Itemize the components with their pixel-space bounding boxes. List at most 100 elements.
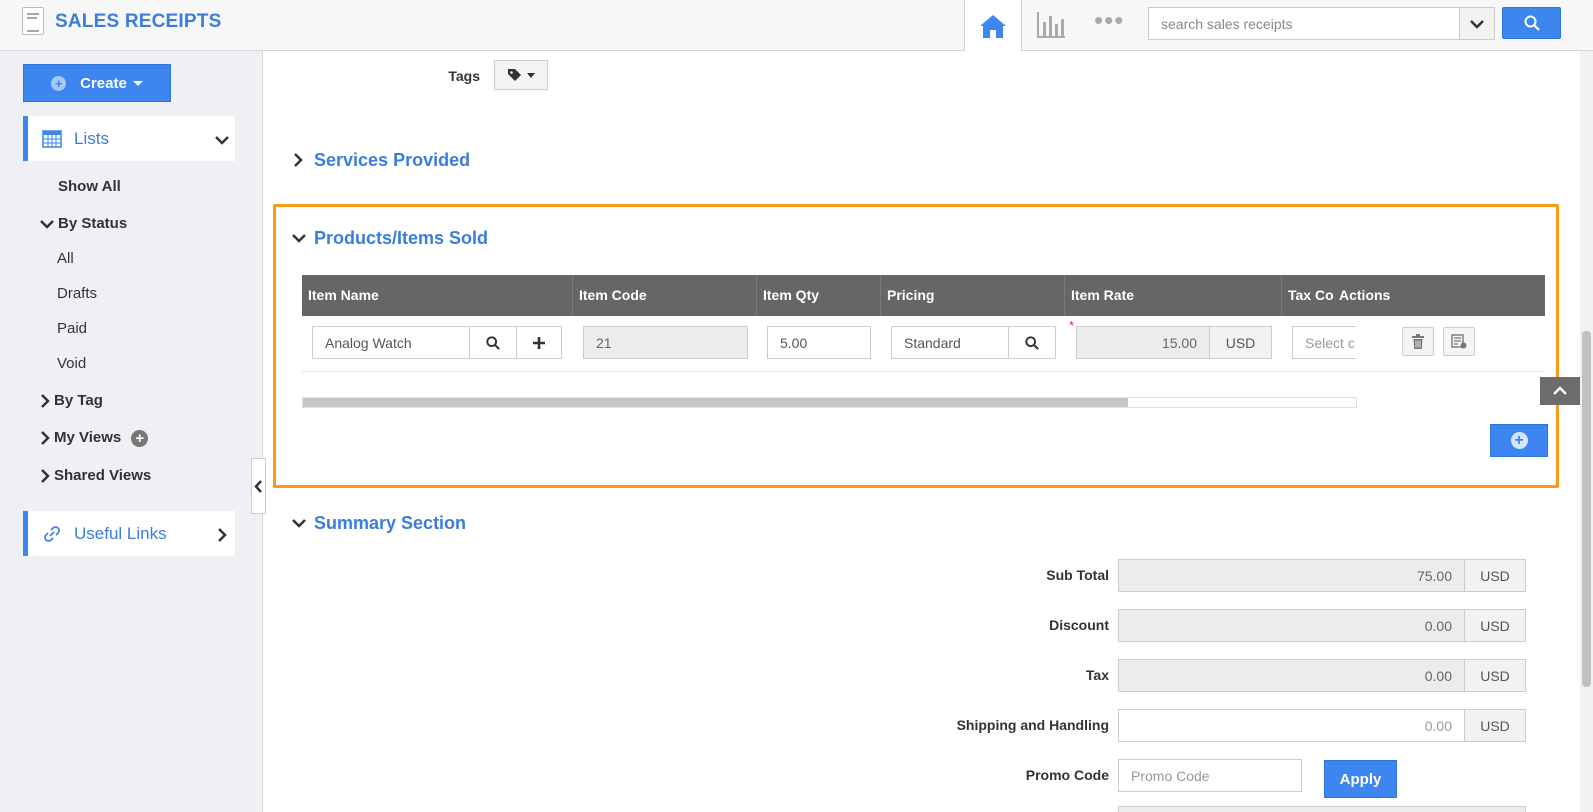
discount-currency: USD [1464,609,1526,642]
status-item-all[interactable]: All [57,250,74,267]
apply-button[interactable]: Apply [1324,760,1397,798]
home-button[interactable] [964,0,1022,51]
item-search-button[interactable] [469,326,517,359]
show-all-link[interactable]: Show All [58,178,121,195]
chevron-right-icon [41,431,50,445]
calendar-icon [42,129,62,148]
search-icon [1524,15,1540,31]
status-item-void[interactable]: Void [57,355,86,372]
item-name-input[interactable]: Analog Watch [312,326,470,359]
by-tag-toggle[interactable]: By Tag [40,392,103,409]
create-button[interactable]: + Create [23,64,171,102]
item-rate-currency: USD [1209,326,1272,359]
col-divider [572,275,573,316]
chevron-right-icon [41,394,50,408]
col-item-code: Item Code [579,287,647,303]
note-icon [1451,334,1467,349]
lists-label: Lists [74,128,109,148]
home-icon [980,14,1006,38]
required-marker: * [1069,318,1075,333]
by-tag-label: By Tag [54,392,103,409]
chevron-right-icon [218,528,227,542]
plus-icon: + [1510,432,1528,449]
tax-code-select[interactable]: Select c [1292,326,1356,359]
col-divider [1064,275,1065,316]
by-status-toggle[interactable]: By Status [40,215,127,232]
item-rate-input[interactable]: 15.00 [1076,326,1210,359]
bar-chart-icon [1037,12,1065,38]
tags-button[interactable] [494,60,548,90]
row-notes-button[interactable] [1443,327,1475,356]
app-logo-icon [22,7,44,35]
discount-label: Discount [1049,617,1109,633]
useful-links-panel[interactable]: Useful Links [23,511,235,556]
status-item-drafts[interactable]: Drafts [57,285,97,302]
chevron-down-icon[interactable] [292,518,306,528]
sub-total-currency: USD [1464,559,1526,592]
plus-icon [533,336,545,349]
collapse-sidebar-button[interactable] [251,458,266,514]
item-code-input[interactable]: 21 [583,326,748,359]
add-view-icon[interactable]: + [131,429,149,447]
scrollbar-thumb[interactable] [303,398,1128,407]
shared-views-label: Shared Views [54,467,152,484]
chevron-right-icon [41,469,50,483]
promo-code-input[interactable]: Promo Code [1118,759,1302,792]
shipping-currency: USD [1464,709,1526,742]
tax-label: Tax [1085,667,1109,683]
sidebar: + Create Lists Show All By Status All Dr… [0,51,263,812]
sub-total-input: 75.00 [1118,559,1465,592]
chevron-down-icon [1470,19,1484,29]
col-divider [880,275,881,316]
plus-icon: + [51,75,67,91]
chevron-up-icon [1553,386,1567,395]
page-scrollbar-thumb[interactable] [1582,331,1591,687]
reports-button[interactable] [1036,10,1066,40]
summary-section-title[interactable]: Summary Section [314,513,466,534]
chevron-down-icon [40,220,54,229]
add-item-button[interactable] [516,326,562,359]
tag-icon [508,69,521,81]
my-views-label: My Views [54,429,122,446]
col-item-name: Item Name [308,287,379,303]
search-button[interactable] [1502,7,1561,39]
by-status-label: By Status [58,215,128,232]
shipping-input[interactable]: 0.00 [1118,709,1465,742]
chevron-right-icon[interactable] [293,153,303,167]
items-table-header: Item Name Item Code Item Qty Pricing Ite… [302,275,1545,316]
col-pricing: Pricing [887,287,935,303]
shared-views-toggle[interactable]: Shared Views [40,467,151,484]
delete-row-button[interactable] [1402,327,1434,356]
add-row-button[interactable]: + [1490,424,1548,457]
search-dropdown-button[interactable] [1460,7,1495,40]
chevron-down-icon [215,136,229,145]
caret-down-icon [132,80,143,86]
discount-input: 0.00 [1118,609,1465,642]
chevron-down-icon[interactable] [292,233,306,243]
status-item-paid[interactable]: Paid [57,320,87,337]
col-divider [1281,275,1282,316]
next-field-partial [1118,806,1526,812]
search-input[interactable]: search sales receipts [1148,7,1460,40]
link-icon [44,525,60,542]
products-items-title[interactable]: Products/Items Sold [314,228,488,249]
search-icon [486,335,500,350]
lists-panel[interactable]: Lists [23,116,235,161]
my-views-toggle[interactable]: My Views + [40,429,149,447]
services-provided-title[interactable]: Services Provided [314,150,470,171]
pricing-search-button[interactable] [1008,326,1056,359]
scroll-to-top-button[interactable] [1540,377,1580,405]
item-qty-input[interactable]: 5.00 [767,326,871,359]
useful-links-label: Useful Links [74,523,167,543]
col-divider [756,275,757,316]
tags-label: Tags [448,68,480,84]
trash-icon [1412,334,1424,349]
pricing-input[interactable]: Standard [891,326,1009,359]
shipping-label: Shipping and Handling [956,717,1109,733]
page-scrollbar[interactable] [1580,51,1593,812]
table-horizontal-scrollbar[interactable] [302,397,1357,408]
tax-input: 0.00 [1118,659,1465,692]
search-icon [1025,335,1039,350]
col-actions: Actions [1339,287,1391,303]
more-icon[interactable]: ••• [1094,7,1128,35]
